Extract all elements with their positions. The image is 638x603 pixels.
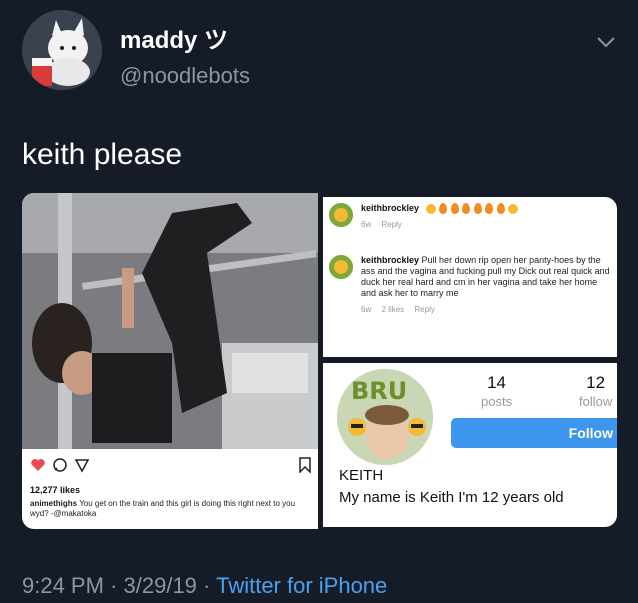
follow-button[interactable]: Follow bbox=[451, 418, 617, 448]
caption-username[interactable]: animethighs bbox=[30, 499, 77, 508]
comment-body: keithbrockley 6w Reply bbox=[361, 203, 613, 230]
tweet-time[interactable]: 9:24 PM bbox=[22, 573, 104, 598]
comments-screenshot: keithbrockley 6w Reply keithbrockley Pul… bbox=[323, 197, 617, 357]
profile-pic-text: BRU bbox=[351, 377, 407, 405]
fire-emoji-icon bbox=[496, 203, 505, 215]
comment-reply[interactable]: Reply bbox=[381, 220, 401, 229]
tweet-source-link[interactable]: Twitter for iPhone bbox=[216, 573, 387, 598]
profile-bio: My name is Keith I'm 12 years old bbox=[339, 489, 564, 506]
commenter-avatar[interactable] bbox=[329, 203, 353, 227]
post-caption: animethighs You get on the train and thi… bbox=[30, 499, 310, 519]
comment-reply[interactable]: Reply bbox=[414, 305, 434, 314]
comment-meta: 6w 2 likes Reply bbox=[361, 304, 613, 315]
comment-username[interactable]: keithbrockley bbox=[361, 203, 419, 213]
fire-emoji-icon bbox=[439, 203, 448, 215]
separator: · bbox=[203, 573, 211, 598]
profile-picture[interactable]: BRU bbox=[337, 369, 433, 465]
posts-stat[interactable]: 14 posts bbox=[481, 373, 512, 409]
heart-icon[interactable] bbox=[30, 457, 46, 478]
tweet-media[interactable]: 12,277 likes animethighs You get on the … bbox=[22, 193, 620, 529]
commenter-avatar[interactable] bbox=[329, 255, 353, 279]
comment-body: keithbrockley Pull her down rip open her… bbox=[361, 255, 613, 315]
smiley-emoji-icon bbox=[508, 203, 519, 214]
profile-name: KEITH bbox=[339, 467, 384, 484]
fire-emoji-icon bbox=[450, 203, 459, 215]
user-handle[interactable]: @noodlebots bbox=[120, 63, 250, 89]
separator: · bbox=[110, 573, 118, 598]
followers-stat[interactable]: 12 follow bbox=[579, 373, 612, 409]
posts-count: 14 bbox=[487, 373, 506, 392]
comment-age: 6w bbox=[361, 220, 372, 230]
tweet-date[interactable]: 3/29/19 bbox=[124, 573, 197, 598]
posts-label: posts bbox=[481, 394, 513, 409]
profile-screenshot: BRU 14 posts 12 follow Follow KEITH My n… bbox=[323, 363, 617, 527]
subway-photo bbox=[22, 193, 318, 449]
instagram-post-screenshot: 12,277 likes animethighs You get on the … bbox=[22, 193, 318, 529]
comment-likes[interactable]: 2 likes bbox=[381, 305, 404, 314]
share-icon[interactable] bbox=[74, 457, 90, 478]
name-block: maddy ツ @noodlebots bbox=[120, 20, 250, 89]
smiley-emoji-icon bbox=[425, 203, 436, 214]
bookmark-icon[interactable] bbox=[298, 457, 312, 478]
comment-icon[interactable] bbox=[52, 457, 68, 478]
fire-emoji-icon bbox=[473, 203, 482, 215]
display-name[interactable]: maddy ツ bbox=[120, 20, 250, 55]
tweet-footer: 9:24 PM · 3/29/19 · Twitter for iPhone bbox=[22, 573, 387, 599]
followers-label: follow bbox=[579, 394, 613, 409]
tweet-text: keith please bbox=[22, 138, 183, 171]
user-avatar[interactable] bbox=[22, 10, 102, 90]
chevron-down-icon[interactable] bbox=[594, 30, 618, 54]
comment-emojis bbox=[425, 203, 520, 215]
fire-emoji-icon bbox=[462, 203, 471, 215]
comment-meta: 6w Reply bbox=[361, 219, 613, 230]
fire-emoji-icon bbox=[485, 203, 494, 215]
tweet-header: maddy ツ @noodlebots bbox=[22, 10, 622, 90]
like-count[interactable]: 12,277 likes bbox=[30, 485, 80, 495]
followers-count: 12 bbox=[586, 373, 606, 392]
comment-age: 6w bbox=[361, 305, 372, 314]
comment-username[interactable]: keithbrockley bbox=[361, 255, 419, 265]
instagram-action-bar bbox=[30, 457, 312, 475]
